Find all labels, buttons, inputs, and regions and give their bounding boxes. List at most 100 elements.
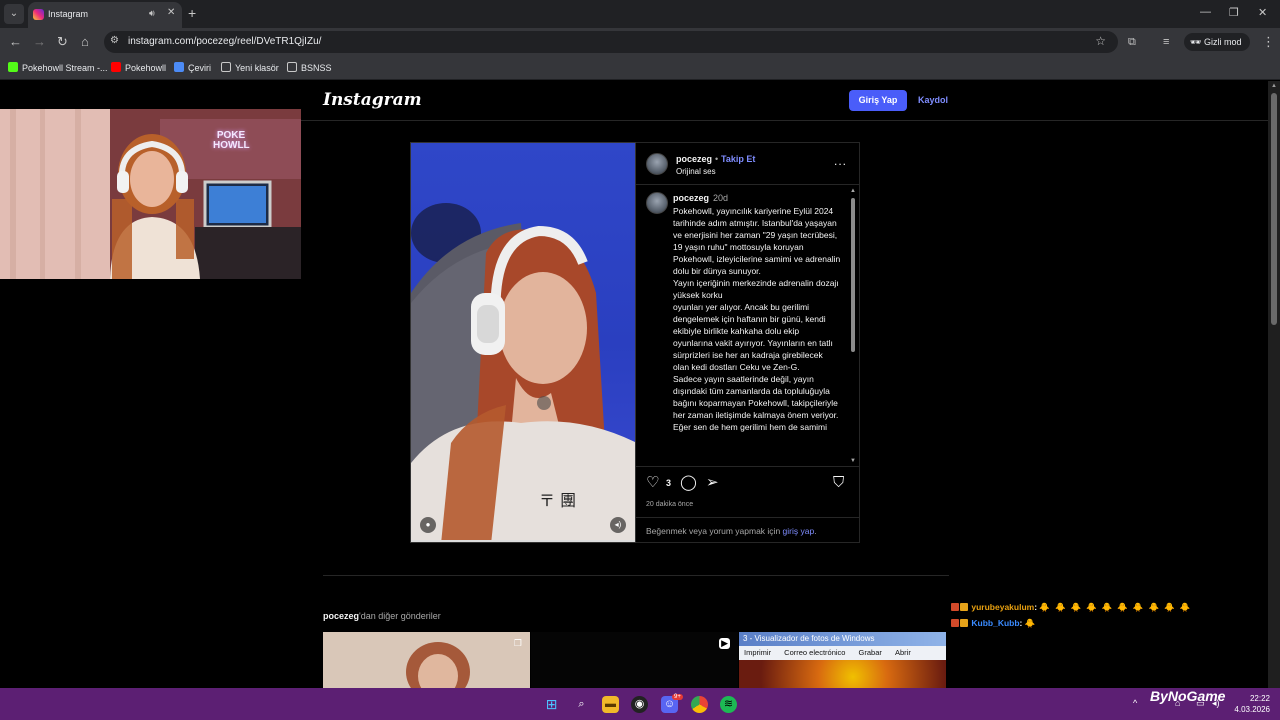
incognito-icon: 🕶︎	[1190, 37, 1202, 47]
bookmark-item[interactable]: Pokehowll	[111, 62, 166, 73]
comment-icon[interactable]: ◯	[680, 475, 697, 491]
tagged-user-icon[interactable]: ●	[420, 517, 436, 533]
page-scroll-thumb[interactable]	[1271, 93, 1277, 325]
caption-scrollbar[interactable]: ▲ ▼	[849, 188, 857, 464]
clock-time: 22:22	[1249, 694, 1270, 703]
back-icon[interactable]: ←	[9, 34, 22, 50]
instagram-logo[interactable]: Instagram	[323, 90, 422, 110]
restore-icon[interactable]: ❐	[1229, 6, 1239, 19]
chat-emotes: 🐥🐥🐥🐥🐥🐥🐥🐥🐥🐥	[1039, 602, 1196, 612]
post-timestamp: 20 dakika önce	[646, 501, 694, 508]
scroll-thumb[interactable]	[851, 198, 855, 352]
close-window-icon[interactable]: ✕	[1258, 6, 1267, 19]
avatar[interactable]	[646, 192, 668, 214]
caption-username[interactable]: pocezeg	[673, 193, 709, 203]
bookmark-star-icon[interactable]: ☆	[1095, 34, 1106, 48]
audio-toggle-icon[interactable]: ◂)	[610, 517, 626, 533]
bookmark-label: BSNSS	[301, 63, 332, 73]
window-title: 3 - Visualizador de fotos de Windows	[739, 632, 946, 646]
menu-item: Imprimir	[744, 648, 772, 657]
tray-overflow-icon[interactable]: ^	[1133, 698, 1137, 708]
site-info-icon[interactable]: ⚙	[110, 35, 119, 46]
clock-date: 4.03.2026	[1234, 705, 1270, 714]
system-clock[interactable]: 22:22 4.03.2026	[1230, 693, 1270, 715]
translate-icon	[174, 62, 184, 72]
tab-search-button[interactable]: ⌄	[4, 4, 24, 24]
avatar[interactable]	[646, 153, 668, 175]
webcam-overlay: POKE HOWLL	[0, 109, 301, 279]
post-thumbnail[interactable]: ❐	[323, 632, 530, 688]
scroll-down-icon[interactable]: ▼	[850, 458, 856, 464]
badge-icon	[960, 603, 968, 611]
tab-instagram[interactable]: Instagram 🔊︎ ✕	[28, 2, 182, 28]
taskbar: ⊞ ⌕ ▬ ◉ ☺ 9+ ≋ ^ ⌂ ▭ ◂) ByNoGame 22:22 4…	[0, 688, 1280, 720]
more-posts-username[interactable]: pocezeg	[323, 611, 359, 621]
folder-icon	[287, 62, 297, 72]
video-progress-bar[interactable]	[411, 540, 635, 542]
incognito-label: Gizli mod	[1203, 37, 1242, 47]
bookmark-folder[interactable]: BSNSS	[287, 62, 332, 73]
url-text: instagram.com/pocezeg/reel/DVeTR1QjIZu/	[128, 36, 322, 47]
close-tab-icon[interactable]: ✕	[167, 7, 175, 18]
window-image	[739, 660, 946, 688]
like-count[interactable]: 3	[666, 478, 671, 488]
more-options-icon[interactable]: ...	[834, 154, 847, 168]
chat-separator: :	[1034, 602, 1038, 612]
caption-area: pocezeg 20d Pokehowll, yayıncılık kariye…	[636, 186, 860, 466]
forward-icon[interactable]: →	[33, 34, 46, 50]
chat-message: yurubeyakulum: 🐥🐥🐥🐥🐥🐥🐥🐥🐥🐥	[951, 602, 1195, 613]
carousel-icon: ❐	[513, 638, 522, 648]
more-posts-suffix: 'dan diğer gönderiler	[359, 611, 441, 621]
tab-title: Instagram	[48, 9, 89, 19]
signup-link[interactable]: Kaydol	[918, 95, 948, 105]
cast-icon[interactable]: ⧉	[1128, 34, 1136, 50]
file-explorer-icon[interactable]: ▬	[602, 696, 619, 713]
chat-username: yurubeyakulum	[971, 602, 1035, 612]
bookmark-folder[interactable]: Yeni klasör	[221, 62, 279, 73]
post-username[interactable]: pocezeg	[676, 154, 712, 164]
bookmark-item[interactable]: Pokehowll Stream -...	[8, 62, 108, 73]
instagram-favicon-icon	[33, 9, 44, 20]
new-tab-button[interactable]: +	[188, 5, 196, 21]
menu-kebab-icon[interactable]: ⋮	[1262, 34, 1275, 50]
login-prompt-link[interactable]: giriş yap	[783, 526, 815, 536]
search-icon[interactable]: ⌕	[573, 696, 590, 713]
address-bar[interactable]: ⚙ instagram.com/pocezeg/reel/DVeTR1QjIZu…	[104, 31, 1118, 53]
bookmark-item[interactable]: Çeviri	[174, 62, 211, 73]
post-thumbnail[interactable]: ▶	[531, 632, 738, 688]
minimize-icon[interactable]: —	[1200, 6, 1211, 18]
reel-play-icon: ▶	[719, 638, 730, 649]
chrome-icon[interactable]	[691, 696, 708, 713]
bookmarks-bar: Pokehowll Stream -... Pokehowll Çeviri Y…	[0, 56, 1280, 80]
audio-playing-icon[interactable]: 🔊︎	[149, 8, 155, 19]
home-icon[interactable]: ⌂	[81, 34, 89, 50]
windows-start-icon[interactable]: ⊞	[543, 696, 560, 713]
reel-video[interactable]: 〒 團 ● ◂)	[410, 142, 636, 543]
share-icon[interactable]: ➢	[706, 475, 719, 491]
scroll-up-icon[interactable]: ▲	[1271, 83, 1277, 89]
post-thumbnail[interactable]: 3 - Visualizador de fotos de Windows Imp…	[739, 632, 946, 688]
like-heart-icon[interactable]: ♡	[646, 475, 659, 491]
incognito-badge[interactable]: 🕶︎ Gizli mod	[1184, 33, 1250, 51]
caption-time: 20d	[713, 193, 729, 203]
spotify-icon[interactable]: ≋	[720, 696, 737, 713]
login-prompt-text: Beğenmek veya yorum yapmak için	[646, 526, 783, 536]
chat-message: Kubb_Kubb: 🐥	[951, 618, 1040, 629]
follow-button[interactable]: Takip Et	[721, 154, 755, 164]
login-button[interactable]: Giriş Yap	[849, 90, 907, 111]
separator-dot: •	[715, 154, 719, 164]
folder-icon	[221, 62, 231, 72]
scroll-up-icon[interactable]: ▲	[850, 188, 856, 194]
save-bookmark-icon[interactable]: ⛉	[833, 475, 844, 491]
original-audio-link[interactable]: Orijinal ses	[676, 167, 716, 176]
tab-bar: ⌄ Instagram 🔊︎ ✕ + — ❐ ✕	[0, 0, 1280, 28]
bookmark-label: Yeni klasör	[235, 63, 279, 73]
reload-icon[interactable]: ↻	[57, 34, 68, 50]
obs-icon[interactable]: ◉	[631, 696, 648, 713]
page-scrollbar[interactable]: ▲	[1268, 81, 1280, 688]
reading-list-icon[interactable]: ≡	[1163, 34, 1169, 50]
badge-icon	[951, 619, 959, 627]
more-posts-heading: pocezeg'dan diğer gönderiler	[323, 611, 441, 621]
bookmark-label: Pokehowll	[125, 63, 167, 73]
webcam-image	[0, 109, 301, 279]
